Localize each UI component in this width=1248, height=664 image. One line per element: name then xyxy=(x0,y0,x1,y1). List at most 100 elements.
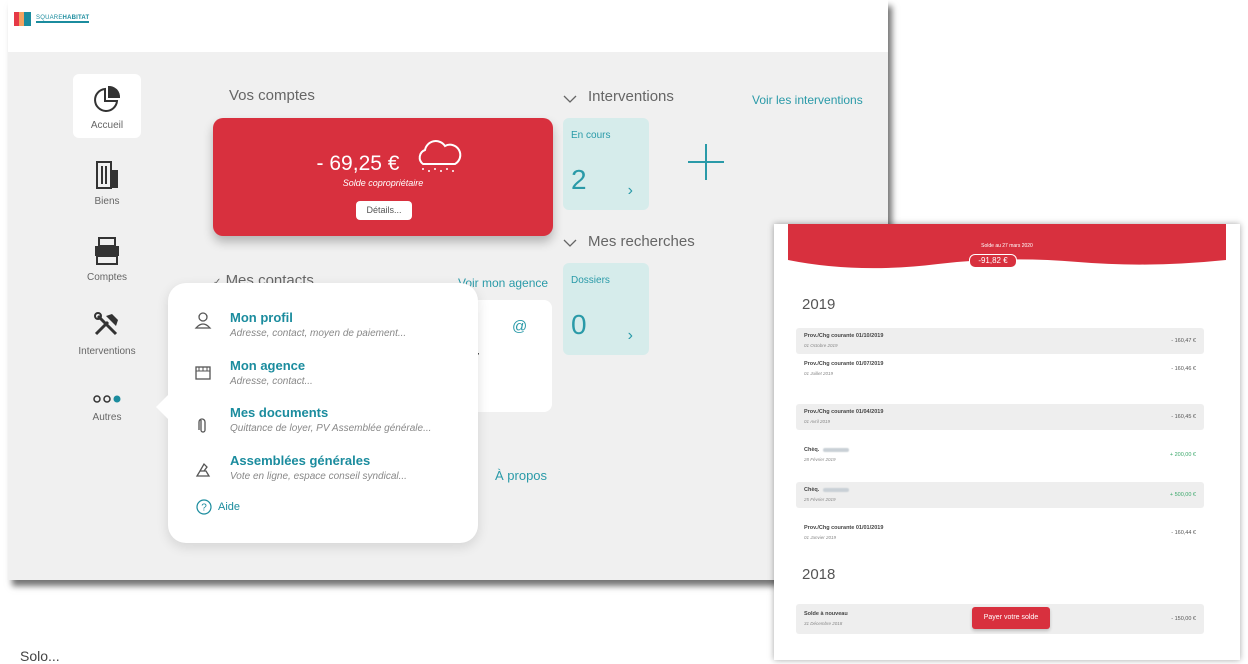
year-heading: 2018 xyxy=(802,566,836,583)
balance-amount: - 69,25 € xyxy=(213,152,553,176)
tile-label: En cours xyxy=(571,130,611,141)
screenshot-stage: SQUAREHABITAT Accueil Biens Comptes Inte… xyxy=(0,0,1248,664)
rain-cloud-icon xyxy=(418,140,462,172)
transaction-amount: + 500,00 € xyxy=(1169,492,1196,498)
menu-item-assemblees-generales[interactable]: Assemblées générales Vote en ligne, espa… xyxy=(230,453,407,482)
user-icon xyxy=(194,312,212,329)
menu-item-subtitle: Adresse, contact... xyxy=(230,376,313,387)
logo[interactable]: SQUAREHABITAT xyxy=(14,12,90,26)
transaction-title: Prov./Chg courante 01/04/2019 xyxy=(804,409,884,415)
sidebar-item-autres[interactable]: Autres xyxy=(73,392,141,423)
aide-label: Aide xyxy=(218,501,241,513)
pie-chart-icon xyxy=(94,85,121,112)
logo-icon xyxy=(14,12,32,26)
transaction-row[interactable]: Chèq. 25 Février 2019 + 500,00 € xyxy=(796,482,1204,508)
transaction-amount: - 160,45 € xyxy=(1171,414,1196,420)
sidebar-item-accueil[interactable]: Accueil xyxy=(73,74,141,138)
transaction-row[interactable]: Prov./Chg courante 01/07/2019 01 Juillet… xyxy=(796,356,1204,382)
pay-balance-button[interactable]: Payer votre solde xyxy=(972,607,1050,629)
transaction-amount: - 160,46 € xyxy=(1171,366,1196,372)
building-icon xyxy=(96,161,118,189)
transaction-title-text: Chèq. xyxy=(804,487,820,493)
transaction-amount: + 200,00 € xyxy=(1169,452,1196,458)
menu-item-subtitle: Vote en ligne, espace conseil syndical..… xyxy=(230,471,407,482)
tile-count: 2 xyxy=(571,164,587,195)
chevron-down-icon[interactable] xyxy=(563,239,577,247)
sidebar-item-label: Biens xyxy=(94,196,120,207)
recherches-heading: Mes recherches xyxy=(588,233,695,250)
app-window: SQUAREHABITAT Accueil Biens Comptes Inte… xyxy=(8,0,888,580)
caption-text: Solo... xyxy=(20,648,60,664)
tile-label: Dossiers xyxy=(571,275,610,286)
interventions-en-cours-tile[interactable]: En cours 2 › xyxy=(563,118,649,210)
transaction-title-text: Chèq. xyxy=(804,447,820,453)
menu-item-title: Mes documents xyxy=(230,405,329,420)
banner-amount: -91,82 € xyxy=(969,254,1017,268)
sidebar-item-biens[interactable]: Biens xyxy=(73,160,141,207)
sidebar-item-label: Autres xyxy=(92,412,122,423)
svg-text:?: ? xyxy=(201,503,207,514)
transaction-row[interactable]: Chèq. 28 Février 2019 + 200,00 € xyxy=(796,442,1204,468)
menu-item-mes-documents[interactable]: Mes documents Quittance de loyer, PV Ass… xyxy=(230,405,431,434)
paperclip-icon xyxy=(198,418,206,433)
banner-label: Solde au 27 mars 2020 xyxy=(981,243,1033,249)
menu-item-mon-profil[interactable]: Mon profil Adresse, contact, moyen de pa… xyxy=(230,310,406,339)
menu-item-mon-agence[interactable]: Mon agence Adresse, contact... xyxy=(230,358,313,387)
menu-item-title: Assemblées générales xyxy=(230,453,371,468)
add-icon[interactable] xyxy=(688,144,724,180)
voir-interventions-link[interactable]: Voir les interventions xyxy=(752,93,863,107)
top-bar: SQUAREHABITAT xyxy=(8,0,888,52)
sidebar-item-label: Interventions xyxy=(78,346,136,357)
transaction-title: Prov./Chg courante 01/01/2019 xyxy=(804,525,884,531)
details-button[interactable]: Détails... xyxy=(356,201,412,220)
transaction-date: 28 Février 2019 xyxy=(804,457,836,462)
at-icon[interactable]: @ xyxy=(512,318,527,335)
chevron-down-icon[interactable] xyxy=(563,95,577,103)
menu-item-subtitle: Adresse, contact, moyen de paiement... xyxy=(230,328,407,339)
transaction-row[interactable]: Prov./Chg courante 01/04/2019 01 Avril 2… xyxy=(796,404,1204,430)
logo-text-b: HABITAT xyxy=(62,15,90,21)
redacted-text xyxy=(823,447,850,452)
redacted-text xyxy=(823,487,850,492)
sidebar-item-label: Comptes xyxy=(86,272,127,283)
account-balance-card[interactable]: - 69,25 € Solde copropriétaire Détails..… xyxy=(213,118,553,236)
transaction-date: 31 Décembre 2018 xyxy=(804,621,843,626)
transaction-title: Chèq. xyxy=(804,487,850,493)
transaction-date: 01 Avril 2019 xyxy=(804,419,831,424)
chevron-right-icon: › xyxy=(627,182,633,199)
sidebar-item-comptes[interactable]: Comptes xyxy=(73,236,141,283)
aide-link[interactable]: ? Aide xyxy=(196,499,240,515)
interventions-heading: Interventions xyxy=(588,88,674,105)
help-icon: ? xyxy=(196,499,212,515)
transaction-date: 01 Juillet 2019 xyxy=(804,371,834,376)
dossiers-tile[interactable]: Dossiers 0 › xyxy=(563,263,649,355)
year-heading: 2019 xyxy=(802,296,836,313)
transaction-title: Prov./Chg courante 01/10/2019 xyxy=(804,333,884,339)
comptes-heading: Vos comptes xyxy=(229,87,315,104)
logo-text-a: SQUARE xyxy=(36,15,63,21)
menu-item-subtitle: Quittance de loyer, PV Assemblée général… xyxy=(230,423,432,434)
transactions-panel: Solde au 27 mars 2020 -91,82 € 2019 Prov… xyxy=(774,224,1240,660)
transaction-row[interactable]: Prov./Chg courante 01/10/2019 01 Octobre… xyxy=(796,328,1204,354)
tools-icon xyxy=(94,312,118,336)
logo-text: SQUAREHABITAT xyxy=(36,15,90,23)
transaction-title: Chèq. xyxy=(804,447,850,453)
transaction-title: Solde à nouveau xyxy=(804,611,848,617)
transaction-amount: - 150,00 € xyxy=(1171,616,1196,622)
printer-icon xyxy=(95,237,119,265)
store-icon xyxy=(195,366,211,380)
transaction-title: Prov./Chg courante 01/07/2019 xyxy=(804,361,884,367)
chevron-right-icon: › xyxy=(627,327,633,344)
menu-item-title: Mon profil xyxy=(230,310,293,325)
transaction-row[interactable]: Prov./Chg courante 01/01/2019 01 Janvier… xyxy=(796,520,1204,546)
transaction-amount: - 160,47 € xyxy=(1171,338,1196,344)
transaction-date: 25 Février 2019 xyxy=(804,497,836,502)
balance-amount-value: - 69,25 € xyxy=(316,152,400,175)
sidebar-item-interventions[interactable]: Interventions xyxy=(68,310,146,357)
sidebar-item-label: Accueil xyxy=(90,120,124,131)
transaction-amount: - 160,44 € xyxy=(1171,530,1196,536)
apropos-link[interactable]: À propos xyxy=(495,468,547,483)
menu-item-title: Mon agence xyxy=(230,358,306,373)
autres-popup-menu: Mon profil Adresse, contact, moyen de pa… xyxy=(156,283,478,543)
dots-icon xyxy=(93,395,121,403)
